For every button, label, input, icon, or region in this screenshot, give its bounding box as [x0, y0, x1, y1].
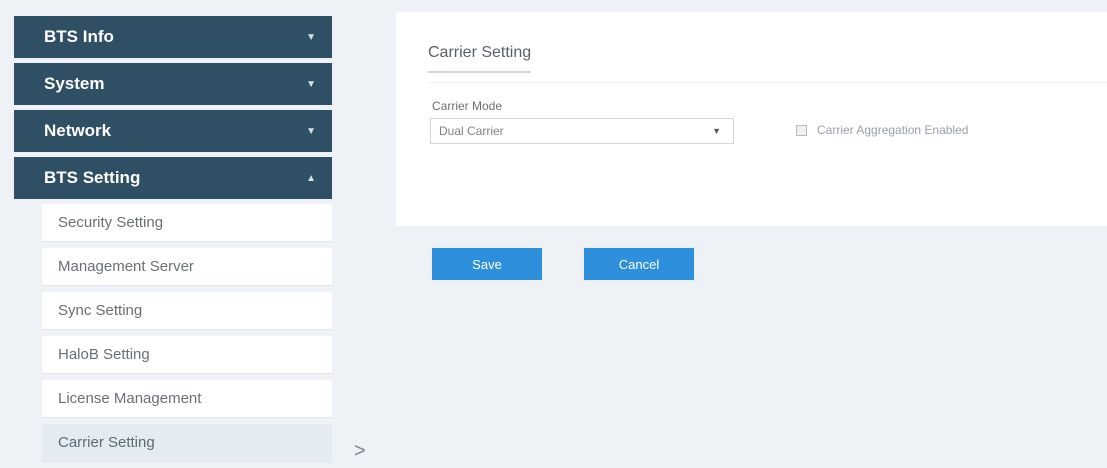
nav-group-label: BTS Info: [44, 27, 114, 46]
save-button[interactable]: Save: [432, 248, 542, 280]
chevron-down-icon: ▼: [712, 126, 721, 136]
chevron-down-icon: ▼: [306, 31, 316, 43]
carrier-setting-panel: Carrier Setting Carrier Mode Dual Carrie…: [396, 12, 1107, 226]
carrier-mode-value: Dual Carrier: [439, 124, 504, 138]
nav-group-bts-setting[interactable]: BTS Setting ▲: [14, 157, 332, 199]
chevron-down-icon: ▼: [306, 125, 316, 137]
sidebar-item-management-server[interactable]: Management Server: [42, 248, 332, 286]
nav-group-label: Network: [44, 121, 112, 140]
sidebar-item-sync-setting[interactable]: Sync Setting: [42, 292, 332, 330]
nav-group-bts-info[interactable]: BTS Info ▼: [14, 16, 332, 58]
nav-group-network[interactable]: Network ▼: [14, 110, 332, 152]
cancel-button[interactable]: Cancel: [584, 248, 694, 280]
carrier-aggregation-option: Carrier Aggregation Enabled: [796, 123, 968, 137]
sidebar-item-carrier-setting[interactable]: Carrier Setting: [42, 424, 332, 462]
carrier-aggregation-label: Carrier Aggregation Enabled: [817, 123, 969, 137]
sidebar-nav: BTS Info ▼ System ▼ Network ▼ BTS Settin…: [14, 16, 332, 468]
sidebar-item-halob-setting[interactable]: HaloB Setting: [42, 336, 332, 374]
panel-divider: [428, 82, 1107, 83]
carrier-mode-select[interactable]: Dual Carrier ▼: [430, 118, 734, 144]
bts-setting-submenu: Security Setting Management Server Sync …: [42, 204, 332, 462]
chevron-right-icon[interactable]: >: [354, 440, 366, 463]
chevron-up-icon: ▲: [306, 172, 316, 184]
nav-group-label: System: [44, 74, 105, 93]
nav-group-system[interactable]: System ▼: [14, 63, 332, 105]
sidebar-item-security-setting[interactable]: Security Setting: [42, 204, 332, 242]
sidebar-item-license-management[interactable]: License Management: [42, 380, 332, 418]
carrier-aggregation-checkbox[interactable]: [796, 124, 807, 136]
chevron-down-icon: ▼: [306, 78, 316, 90]
carrier-mode-label: Carrier Mode: [432, 99, 503, 113]
panel-title: Carrier Setting: [428, 44, 532, 73]
nav-group-label: BTS Setting: [44, 168, 141, 187]
